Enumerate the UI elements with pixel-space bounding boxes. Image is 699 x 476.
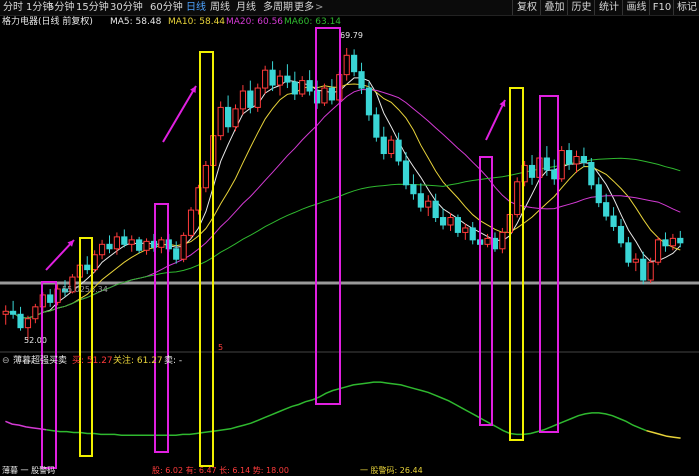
candle xyxy=(595,177,602,208)
candle xyxy=(558,146,565,182)
candle xyxy=(343,48,350,81)
candle xyxy=(425,195,432,217)
indicator-line xyxy=(46,381,647,437)
candle xyxy=(365,82,373,121)
highlight-box-7 xyxy=(509,87,524,441)
reference-price-label: 55.0256.34 xyxy=(62,285,108,294)
low-price-label: 52.00 xyxy=(24,336,47,345)
indicator-name[interactable]: 薄暮超强买卖 xyxy=(13,355,67,367)
candle xyxy=(121,229,128,248)
candle xyxy=(128,235,135,252)
candle xyxy=(269,61,276,92)
candle xyxy=(491,232,499,252)
indicator-watch: 关注: 61.27 xyxy=(113,356,163,366)
candle xyxy=(662,232,669,252)
candle xyxy=(580,147,588,167)
high-price-label: 69.79 xyxy=(340,31,363,40)
candle xyxy=(321,83,328,106)
candle xyxy=(469,222,476,245)
candle xyxy=(380,126,387,160)
candle xyxy=(573,150,580,173)
candle xyxy=(351,49,358,77)
candle xyxy=(113,232,120,255)
trend-arrow-3 xyxy=(485,99,506,141)
candle xyxy=(143,238,150,255)
candle xyxy=(617,219,625,248)
candle xyxy=(514,177,521,218)
indicator-line-tail xyxy=(646,429,681,439)
candle xyxy=(373,107,380,142)
candle xyxy=(306,70,313,96)
candle xyxy=(588,158,595,190)
candle xyxy=(10,300,17,319)
candle xyxy=(173,241,180,264)
candle xyxy=(187,207,195,239)
candle xyxy=(447,213,454,231)
candle xyxy=(47,288,54,307)
candle xyxy=(566,143,573,170)
candle xyxy=(106,235,113,254)
candle xyxy=(543,146,550,176)
candle xyxy=(98,239,106,260)
highlight-box-8 xyxy=(539,95,559,433)
candle xyxy=(84,256,91,275)
candle xyxy=(17,306,24,331)
bottom-right-label: 一 股警码: 26.44 xyxy=(360,466,423,475)
candle xyxy=(654,236,662,266)
bottom-mid-values: 股: 6.02 有: 6.47 长: 6.14 势: 18.00 xyxy=(152,466,289,475)
candle xyxy=(180,232,187,263)
indicator-sell: 卖: - xyxy=(164,356,183,366)
candle xyxy=(254,83,261,112)
bottom-left-label: 薄暮 一 股警码 xyxy=(2,466,56,475)
candle xyxy=(388,135,395,158)
candle xyxy=(291,71,298,100)
candle xyxy=(625,236,632,267)
highlight-box-6 xyxy=(479,156,493,426)
candle xyxy=(610,207,617,231)
candle xyxy=(284,64,291,89)
indicator-buy: 买: 51.27 xyxy=(72,356,113,366)
candle xyxy=(217,101,224,141)
indicator-line-start xyxy=(5,420,47,431)
candle xyxy=(136,236,143,254)
candle xyxy=(299,76,306,97)
candle xyxy=(276,70,284,96)
candle xyxy=(410,174,417,200)
candle xyxy=(328,79,335,105)
candle xyxy=(158,236,165,254)
marker-label: 5 xyxy=(218,343,223,352)
kline-chart[interactable]: 69.79 52.00 55.0256.34 5 xyxy=(0,0,699,474)
indicator-collapse-icon[interactable]: ⊖ xyxy=(2,355,10,367)
candle xyxy=(232,104,239,132)
candle xyxy=(640,251,647,285)
trend-arrow-2 xyxy=(162,85,197,143)
candle xyxy=(603,193,610,221)
candle xyxy=(454,214,461,237)
candle xyxy=(551,159,558,185)
candle xyxy=(417,183,424,212)
candle xyxy=(462,223,469,240)
candle xyxy=(528,155,536,185)
candle xyxy=(32,303,39,324)
candle xyxy=(677,230,684,248)
candle xyxy=(202,160,209,193)
candle xyxy=(239,85,247,115)
candle xyxy=(632,253,639,272)
candle xyxy=(225,95,232,133)
candle xyxy=(439,208,447,230)
candle xyxy=(262,65,269,94)
candle xyxy=(2,305,9,325)
candle xyxy=(247,80,254,114)
